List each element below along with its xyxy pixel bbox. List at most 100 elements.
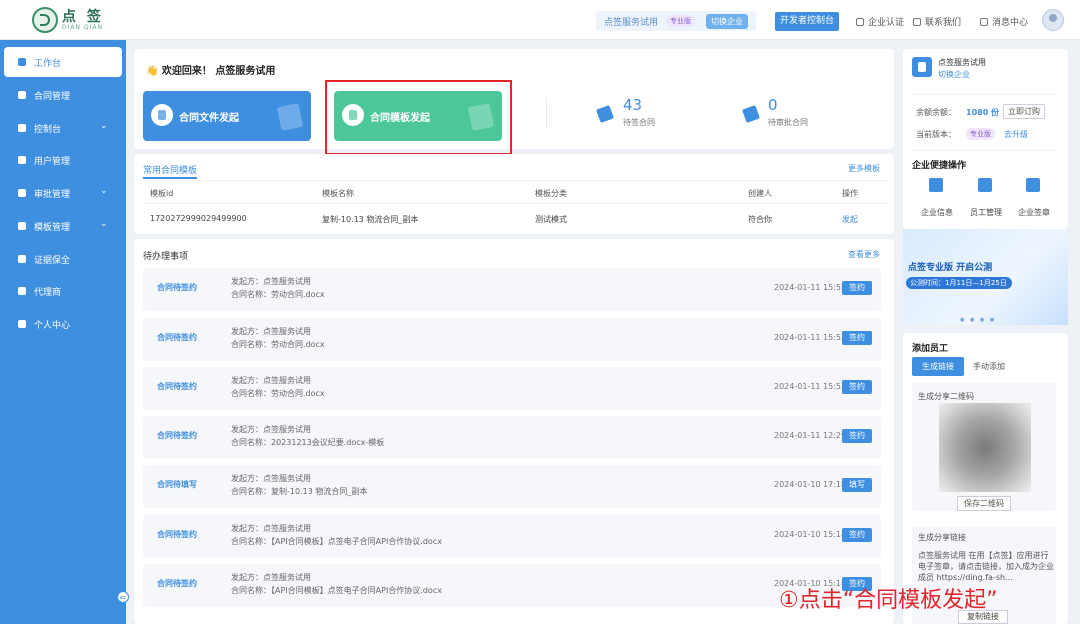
- column-header-action: 操作: [842, 189, 858, 198]
- collapse-sidebar-icon[interactable]: ⇐: [117, 591, 129, 603]
- todo-more-link[interactable]: 查看更多: [848, 249, 880, 260]
- contact-us-link[interactable]: 联系我们: [913, 15, 961, 28]
- contract-icon: [18, 91, 26, 99]
- todo-item[interactable]: 合同待签约 发起方：点签服务试用 合同名称：劳动合同.docx 2024-01-11 …: [143, 367, 881, 410]
- pending-sign-count[interactable]: 43: [623, 96, 642, 114]
- add-staff-title: 添加员工: [912, 344, 949, 354]
- version-label: 当前版本：: [916, 130, 956, 139]
- enterprise-info-icon[interactable]: [929, 178, 943, 192]
- calendar-icon: [18, 287, 26, 295]
- table-divider: [142, 203, 886, 204]
- upgrade-link[interactable]: 去升级: [1004, 129, 1028, 140]
- right-version-badge: 专业版: [966, 128, 995, 140]
- lock-icon: [18, 255, 26, 263]
- save-qr-button[interactable]: 保存二维码: [957, 496, 1011, 511]
- sidebar-item-agents[interactable]: 代理商: [4, 276, 122, 306]
- todo-title: 待办理事项: [143, 252, 189, 262]
- sign-button[interactable]: 签约: [842, 281, 872, 295]
- todo-item[interactable]: 合同待签约 发起方：点签服务试用 合同名称：劳动合同.docx 2024-01-11 …: [143, 268, 881, 311]
- template-start-link[interactable]: 发起: [842, 214, 858, 225]
- sidebar-item-templates[interactable]: 模板管理 ⌄: [4, 211, 122, 241]
- template-name-cell: 复制-10.13 物流合同_副本: [322, 215, 419, 224]
- certificate-icon: [856, 18, 864, 26]
- template-creator-cell: 符合你: [748, 215, 772, 224]
- sidebar-item-workbench[interactable]: 工作台: [4, 47, 122, 77]
- right-org-name: 点签服务试用: [938, 58, 986, 67]
- send-icon: [18, 222, 26, 230]
- table-divider: [142, 180, 886, 181]
- message-center-link[interactable]: 消息中心: [980, 15, 1028, 28]
- switch-org-button[interactable]: 切换企业: [706, 14, 748, 29]
- todo-item[interactable]: 合同待签约 发起方：点签服务试用 合同名称：20231213会议纪要.docx-模板…: [143, 416, 881, 459]
- sign-button[interactable]: 签约: [842, 331, 872, 345]
- templates-tab[interactable]: 常用合同模板: [143, 163, 197, 176]
- user-avatar[interactable]: [1042, 9, 1064, 31]
- tab-manual-add[interactable]: 手动添加: [964, 357, 1014, 376]
- more-templates-link[interactable]: 更多模板: [848, 163, 880, 174]
- column-header-id: 模板id: [150, 189, 174, 198]
- phone-icon: [913, 18, 921, 26]
- quick-action-staff-management[interactable]: 员工管理: [970, 207, 1002, 218]
- logo-text: 点 签: [62, 9, 104, 25]
- sign-button[interactable]: 签约: [842, 429, 872, 443]
- todo-item[interactable]: 合同待填写 发起方：点签服务试用 合同名称：复制-10.13 物流合同_副本 2024…: [143, 465, 881, 508]
- enterprise-auth-link[interactable]: 企业认证: [856, 15, 904, 28]
- dev-console-button[interactable]: 开发者控制台: [775, 12, 839, 31]
- buy-now-button[interactable]: 立即订购: [1003, 104, 1045, 119]
- todo-item[interactable]: 合同待签约 发起方：点签服务试用 合同名称：【API合同模板】点签电子合同API合作…: [143, 515, 881, 558]
- stats-divider: [546, 98, 547, 128]
- decorative-doc-icon: [276, 102, 304, 132]
- header-org-name: 点签服务试用: [604, 18, 659, 28]
- qr-title: 生成分享二维码: [918, 392, 974, 401]
- templates-card: [134, 154, 894, 234]
- version-badge: 专业版: [666, 15, 695, 27]
- quick-actions-title: 企业便捷操作: [912, 161, 967, 171]
- welcome-title: 👋 欢迎回来！ 点签服务试用: [146, 66, 276, 77]
- switch-org-link[interactable]: 切换企业: [938, 69, 970, 80]
- sidebar-item-contracts[interactable]: 合同管理: [4, 80, 122, 110]
- sidebar-item-approvals[interactable]: 审批管理 ⌄: [4, 178, 122, 208]
- home-icon: [18, 58, 26, 66]
- share-link-text: 点签服务试用 在用【点签】应用进行电子签章，请点击链接，加入成为企业成员 htt…: [918, 551, 1054, 582]
- chevron-down-icon: ⌄: [100, 219, 108, 229]
- quick-action-enterprise-info[interactable]: 企业信息: [921, 207, 953, 218]
- sidebar: 工作台 合同管理 控制台 ⌄ 用户管理 审批管理 ⌄ 模板管理 ⌄ 证据保全 代理商 …: [0, 40, 126, 624]
- tutorial-annotation: ①点击“合同模板发起”: [779, 588, 998, 613]
- pending-approval-count[interactable]: 0: [768, 96, 778, 114]
- tab-underline: [143, 177, 197, 179]
- todo-item[interactable]: 合同待签约 发起方：点签服务试用 合同名称：劳动合同.docx 2024-01-11 …: [143, 318, 881, 361]
- sign-button[interactable]: 签约: [842, 528, 872, 542]
- tab-generate-link[interactable]: 生成链接: [912, 357, 964, 376]
- divider: [912, 94, 1056, 95]
- start-file-contract-button[interactable]: 合同文件发起: [143, 91, 311, 141]
- divider: [912, 150, 1056, 151]
- sidebar-item-console[interactable]: 控制台 ⌄: [4, 113, 122, 143]
- sidebar-item-evidence[interactable]: 证据保全: [4, 244, 122, 274]
- quick-action-enterprise-seal[interactable]: 企业签章: [1018, 207, 1050, 218]
- enterprise-seal-icon[interactable]: [1026, 178, 1040, 192]
- chevron-down-icon: ⌄: [100, 186, 108, 196]
- qr-code-image: [939, 403, 1031, 492]
- share-link-title: 生成分享链接: [918, 533, 966, 542]
- pending-sign-label: 待签合同: [623, 118, 655, 127]
- balance-value: 1080 份: [966, 108, 1000, 117]
- column-header-name: 模板名称: [322, 189, 354, 198]
- logo-subtitle: DIAN QIAN: [62, 24, 103, 31]
- logo-icon: [32, 7, 58, 33]
- org-icon: [912, 57, 932, 77]
- bell-icon: [980, 18, 988, 26]
- staff-management-icon[interactable]: [978, 178, 992, 192]
- balance-label: 余额余额：: [916, 108, 956, 117]
- template-category-cell: 测试模式: [535, 215, 567, 224]
- todo-item[interactable]: 合同待签约 发起方：点签服务试用 合同名称：【API合同模板】点签电子合同API合作…: [143, 564, 881, 607]
- column-header-creator: 创建人: [748, 189, 772, 198]
- sign-button[interactable]: 签约: [842, 380, 872, 394]
- pending-approval-label: 待审批合同: [768, 118, 808, 127]
- approval-icon: [18, 189, 26, 197]
- sidebar-item-profile[interactable]: 个人中心: [4, 309, 122, 339]
- sidebar-item-users[interactable]: 用户管理: [4, 145, 122, 175]
- banner-title: 点签专业版 开启公测: [908, 263, 993, 273]
- carousel-dots[interactable]: ● ● ● ●: [960, 317, 996, 323]
- fill-button[interactable]: 填写: [842, 478, 872, 492]
- chevron-down-icon: ⌄: [100, 121, 108, 131]
